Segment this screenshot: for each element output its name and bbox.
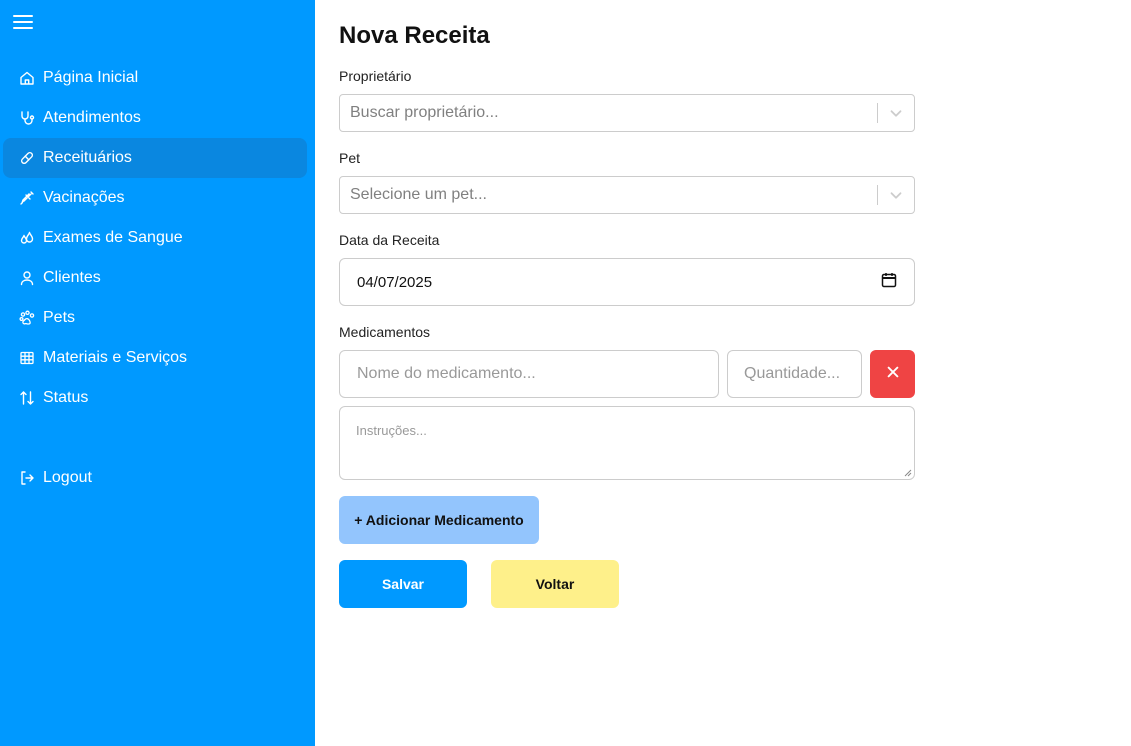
pet-select-placeholder: Selecione um pet... xyxy=(350,186,487,203)
resize-grip-icon[interactable] xyxy=(904,469,912,477)
sidebar-nav: Página Inicial Atendimentos Receituários… xyxy=(3,58,307,418)
instructions-textarea[interactable]: Instruções... xyxy=(339,406,915,480)
sidebar-item-vacinacoes[interactable]: Vacinações xyxy=(3,178,307,218)
sidebar-item-label: Receituários xyxy=(43,149,132,166)
logout-button[interactable]: Logout xyxy=(3,458,307,498)
date-value: 04/07/2025 xyxy=(357,273,433,291)
pill-icon xyxy=(19,150,35,166)
syringe-icon xyxy=(19,190,35,206)
sidebar-item-label: Status xyxy=(43,389,89,406)
droplets-icon xyxy=(19,230,35,246)
table-icon xyxy=(19,350,35,366)
pet-select[interactable]: Selecione um pet... xyxy=(339,176,915,214)
calendar-icon[interactable] xyxy=(881,272,897,292)
sidebar-item-label: Exames de Sangue xyxy=(43,229,183,246)
logout-icon xyxy=(19,470,35,486)
sidebar-item-label: Pets xyxy=(43,309,76,326)
user-icon xyxy=(19,270,35,286)
sidebar-item-pets[interactable]: Pets xyxy=(3,298,307,338)
sidebar-item-materiais-e-servicos[interactable]: Materiais e Serviços xyxy=(3,338,307,378)
paw-icon xyxy=(19,310,35,326)
sidebar-item-atendimentos[interactable]: Atendimentos xyxy=(3,98,307,138)
sidebar-item-label: Vacinações xyxy=(43,189,125,206)
remove-medication-button[interactable] xyxy=(870,350,915,398)
hamburger-icon[interactable] xyxy=(13,12,33,32)
home-icon xyxy=(19,70,35,86)
arrows-updown-icon xyxy=(19,390,35,406)
sidebar-item-label: Clientes xyxy=(43,269,101,286)
chevron-down-icon[interactable] xyxy=(878,186,914,204)
close-icon xyxy=(886,365,900,384)
medication-quantity-input[interactable]: Quantidade... xyxy=(727,350,862,398)
add-medication-button[interactable]: + Adicionar Medicamento xyxy=(339,496,539,544)
chevron-down-icon[interactable] xyxy=(878,104,914,122)
logout-section: Logout xyxy=(3,458,307,498)
sidebar-item-clientes[interactable]: Clientes xyxy=(3,258,307,298)
instructions-placeholder: Instruções... xyxy=(356,423,427,438)
owner-select-placeholder: Buscar proprietário... xyxy=(350,104,499,121)
sidebar-item-pagina-inicial[interactable]: Página Inicial xyxy=(3,58,307,98)
sidebar-item-label: Atendimentos xyxy=(43,109,141,126)
sidebar-item-exames-de-sangue[interactable]: Exames de Sangue xyxy=(3,218,307,258)
sidebar: Página Inicial Atendimentos Receituários… xyxy=(0,0,315,746)
owner-select[interactable]: Buscar proprietário... xyxy=(339,94,915,132)
date-input[interactable]: 04/07/2025 xyxy=(339,258,915,306)
stethoscope-icon xyxy=(19,110,35,126)
sidebar-item-label: Página Inicial xyxy=(43,69,139,86)
owner-label: Proprietário xyxy=(339,68,412,84)
sidebar-item-label: Materiais e Serviços xyxy=(43,349,188,366)
sidebar-item-status[interactable]: Status xyxy=(3,378,307,418)
save-button[interactable]: Salvar xyxy=(339,560,467,608)
date-label: Data da Receita xyxy=(339,232,440,248)
pet-label: Pet xyxy=(339,150,361,166)
logout-label: Logout xyxy=(43,469,92,486)
medications-label: Medicamentos xyxy=(339,324,431,340)
medication-name-input[interactable]: Nome do medicamento... xyxy=(339,350,719,398)
sidebar-item-receituarios[interactable]: Receituários xyxy=(3,138,307,178)
page-title: Nova Receita xyxy=(339,22,490,49)
back-button[interactable]: Voltar xyxy=(491,560,619,608)
